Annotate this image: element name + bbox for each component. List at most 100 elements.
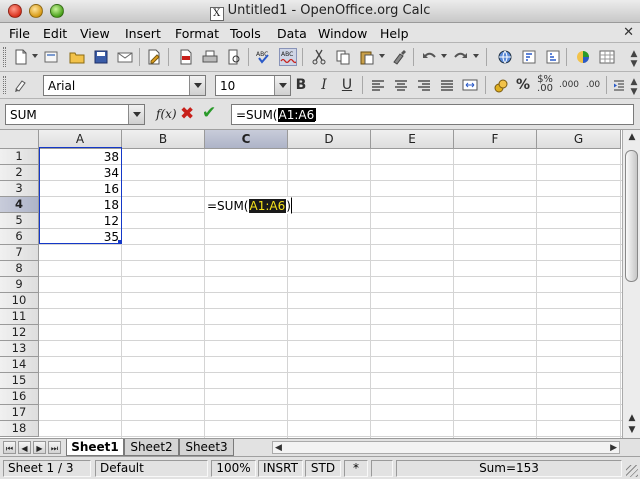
menu-tools[interactable]: Tools [230, 26, 261, 41]
sheet-tab-2[interactable]: Sheet2 [124, 439, 179, 456]
column-header-b[interactable]: B [122, 130, 205, 149]
scroll-right-icon[interactable]: ▶ [610, 442, 617, 454]
menu-window[interactable]: Window [318, 26, 367, 41]
email-icon[interactable] [116, 48, 134, 66]
name-box-dropdown-icon[interactable] [128, 105, 144, 124]
close-document-icon[interactable]: ✕ [623, 25, 634, 40]
cell-a5[interactable]: 12 [39, 213, 121, 229]
styles-formatting-icon[interactable] [12, 76, 30, 94]
status-selection-mode[interactable]: STD [305, 460, 341, 477]
add-decimal-icon[interactable]: .000 [559, 76, 579, 94]
hyperlink-icon[interactable] [496, 48, 514, 66]
save-icon[interactable] [92, 48, 110, 66]
menu-format[interactable]: Format [175, 26, 219, 41]
toolbar-grip[interactable] [3, 47, 6, 67]
sheet-tab-3[interactable]: Sheet3 [179, 439, 234, 456]
toolbar-overflow-icon[interactable]: ▲ ▼ [630, 77, 638, 97]
column-header-a[interactable]: A [39, 130, 122, 149]
column-header-g[interactable]: G [537, 130, 621, 149]
row-header-2[interactable]: 2 [0, 165, 39, 181]
new-document-icon[interactable] [12, 48, 30, 66]
delete-decimal-icon[interactable]: .00 [584, 76, 602, 94]
sheet-tab-1[interactable]: Sheet1 [66, 439, 124, 456]
row-header-5[interactable]: 5 [0, 213, 39, 229]
export-pdf-icon[interactable] [177, 48, 195, 66]
window-resize-grip[interactable] [626, 465, 638, 477]
undo-dropdown-icon[interactable] [441, 54, 447, 58]
autospellcheck-icon[interactable]: ABC [279, 48, 297, 66]
percent-format-icon[interactable]: % [514, 76, 532, 94]
vertical-scrollbar[interactable]: ▲ ▲ ▼ [622, 130, 640, 438]
row-header-14[interactable]: 14 [0, 357, 39, 373]
font-size-combo[interactable]: 10 [215, 75, 291, 96]
cell-a1[interactable]: 38 [39, 149, 121, 165]
scroll-arrows-icon[interactable]: ▲ ▼ [623, 412, 640, 436]
copy-icon[interactable] [334, 48, 352, 66]
row-header-13[interactable]: 13 [0, 341, 39, 357]
horizontal-scrollbar[interactable]: ◀ ▶ [272, 441, 620, 454]
row-header-11[interactable]: 11 [0, 309, 39, 325]
menu-insert[interactable]: Insert [125, 26, 161, 41]
align-left-icon[interactable] [369, 76, 387, 94]
row-header-7[interactable]: 7 [0, 245, 39, 261]
previous-sheet-icon[interactable]: ◀ [18, 441, 31, 454]
decrease-indent-icon[interactable] [610, 76, 628, 94]
row-header-12[interactable]: 12 [0, 325, 39, 341]
sort-ascending-icon[interactable] [520, 48, 538, 66]
row-header-15[interactable]: 15 [0, 373, 39, 389]
next-sheet-icon[interactable]: ▶ [33, 441, 46, 454]
menu-data[interactable]: Data [277, 26, 307, 41]
row-header-10[interactable]: 10 [0, 293, 39, 309]
row-header-3[interactable]: 3 [0, 181, 39, 197]
open-folder-icon[interactable] [68, 48, 86, 66]
column-header-f[interactable]: F [454, 130, 537, 149]
column-header-d[interactable]: D [288, 130, 371, 149]
range-resize-handle[interactable] [118, 240, 122, 244]
menu-view[interactable]: View [80, 26, 110, 41]
paste-icon[interactable] [358, 48, 376, 66]
column-header-c[interactable]: C [205, 130, 288, 149]
menu-edit[interactable]: Edit [43, 26, 67, 41]
print-icon[interactable] [201, 48, 219, 66]
status-insert-mode[interactable]: INSRT [258, 460, 303, 477]
redo-dropdown-icon[interactable] [473, 54, 479, 58]
templates-icon[interactable] [42, 48, 60, 66]
standard-number-format-icon[interactable]: $% .00 [536, 75, 554, 94]
function-wizard-icon[interactable]: f(x) [156, 107, 177, 121]
last-sheet-icon[interactable]: ⏭ [48, 441, 61, 454]
chart-icon[interactable] [574, 48, 592, 66]
row-header-16[interactable]: 16 [0, 389, 39, 405]
first-sheet-icon[interactable]: ⏮ [3, 441, 16, 454]
column-header-e[interactable]: E [371, 130, 454, 149]
font-name-combo[interactable]: Arial [43, 75, 206, 96]
menu-file[interactable]: File [9, 26, 30, 41]
row-header-4[interactable]: 4 [0, 197, 39, 213]
page-preview-icon[interactable] [225, 48, 243, 66]
vertical-scroll-thumb[interactable] [625, 150, 638, 282]
edit-file-icon[interactable] [145, 48, 163, 66]
toolbar-grip[interactable] [3, 76, 6, 94]
align-center-icon[interactable] [392, 76, 410, 94]
font-size-dropdown-icon[interactable] [274, 76, 290, 95]
undo-icon[interactable] [420, 48, 438, 66]
bold-icon[interactable]: B [292, 76, 310, 94]
row-header-18[interactable]: 18 [0, 421, 39, 437]
accept-icon[interactable]: ✔ [202, 103, 216, 123]
spellcheck-icon[interactable]: ABC [255, 48, 273, 66]
paste-dropdown-icon[interactable] [379, 54, 385, 58]
status-page-style[interactable]: Default [95, 460, 208, 477]
pivot-table-icon[interactable] [598, 48, 616, 66]
editing-cell-c4[interactable]: =SUM(A1:A6) [205, 197, 292, 214]
formula-input[interactable]: =SUM(A1:A6 [231, 104, 634, 125]
merge-cells-icon[interactable] [461, 76, 479, 94]
spreadsheet-grid[interactable]: A B C D E F G 1 2 3 4 5 6 7 8 9 10 11 12 13 14 15 16 17 18 38 34 16… [0, 130, 622, 438]
row-header-6[interactable]: 6 [0, 229, 39, 245]
cancel-icon[interactable]: ✖ [180, 104, 194, 124]
row-header-17[interactable]: 17 [0, 405, 39, 421]
scroll-up-icon[interactable]: ▲ [623, 132, 640, 146]
cell-a2[interactable]: 34 [39, 165, 121, 181]
select-all-corner[interactable] [0, 130, 39, 149]
justify-icon[interactable] [438, 76, 456, 94]
row-header-8[interactable]: 8 [0, 261, 39, 277]
italic-icon[interactable]: I [315, 76, 333, 94]
